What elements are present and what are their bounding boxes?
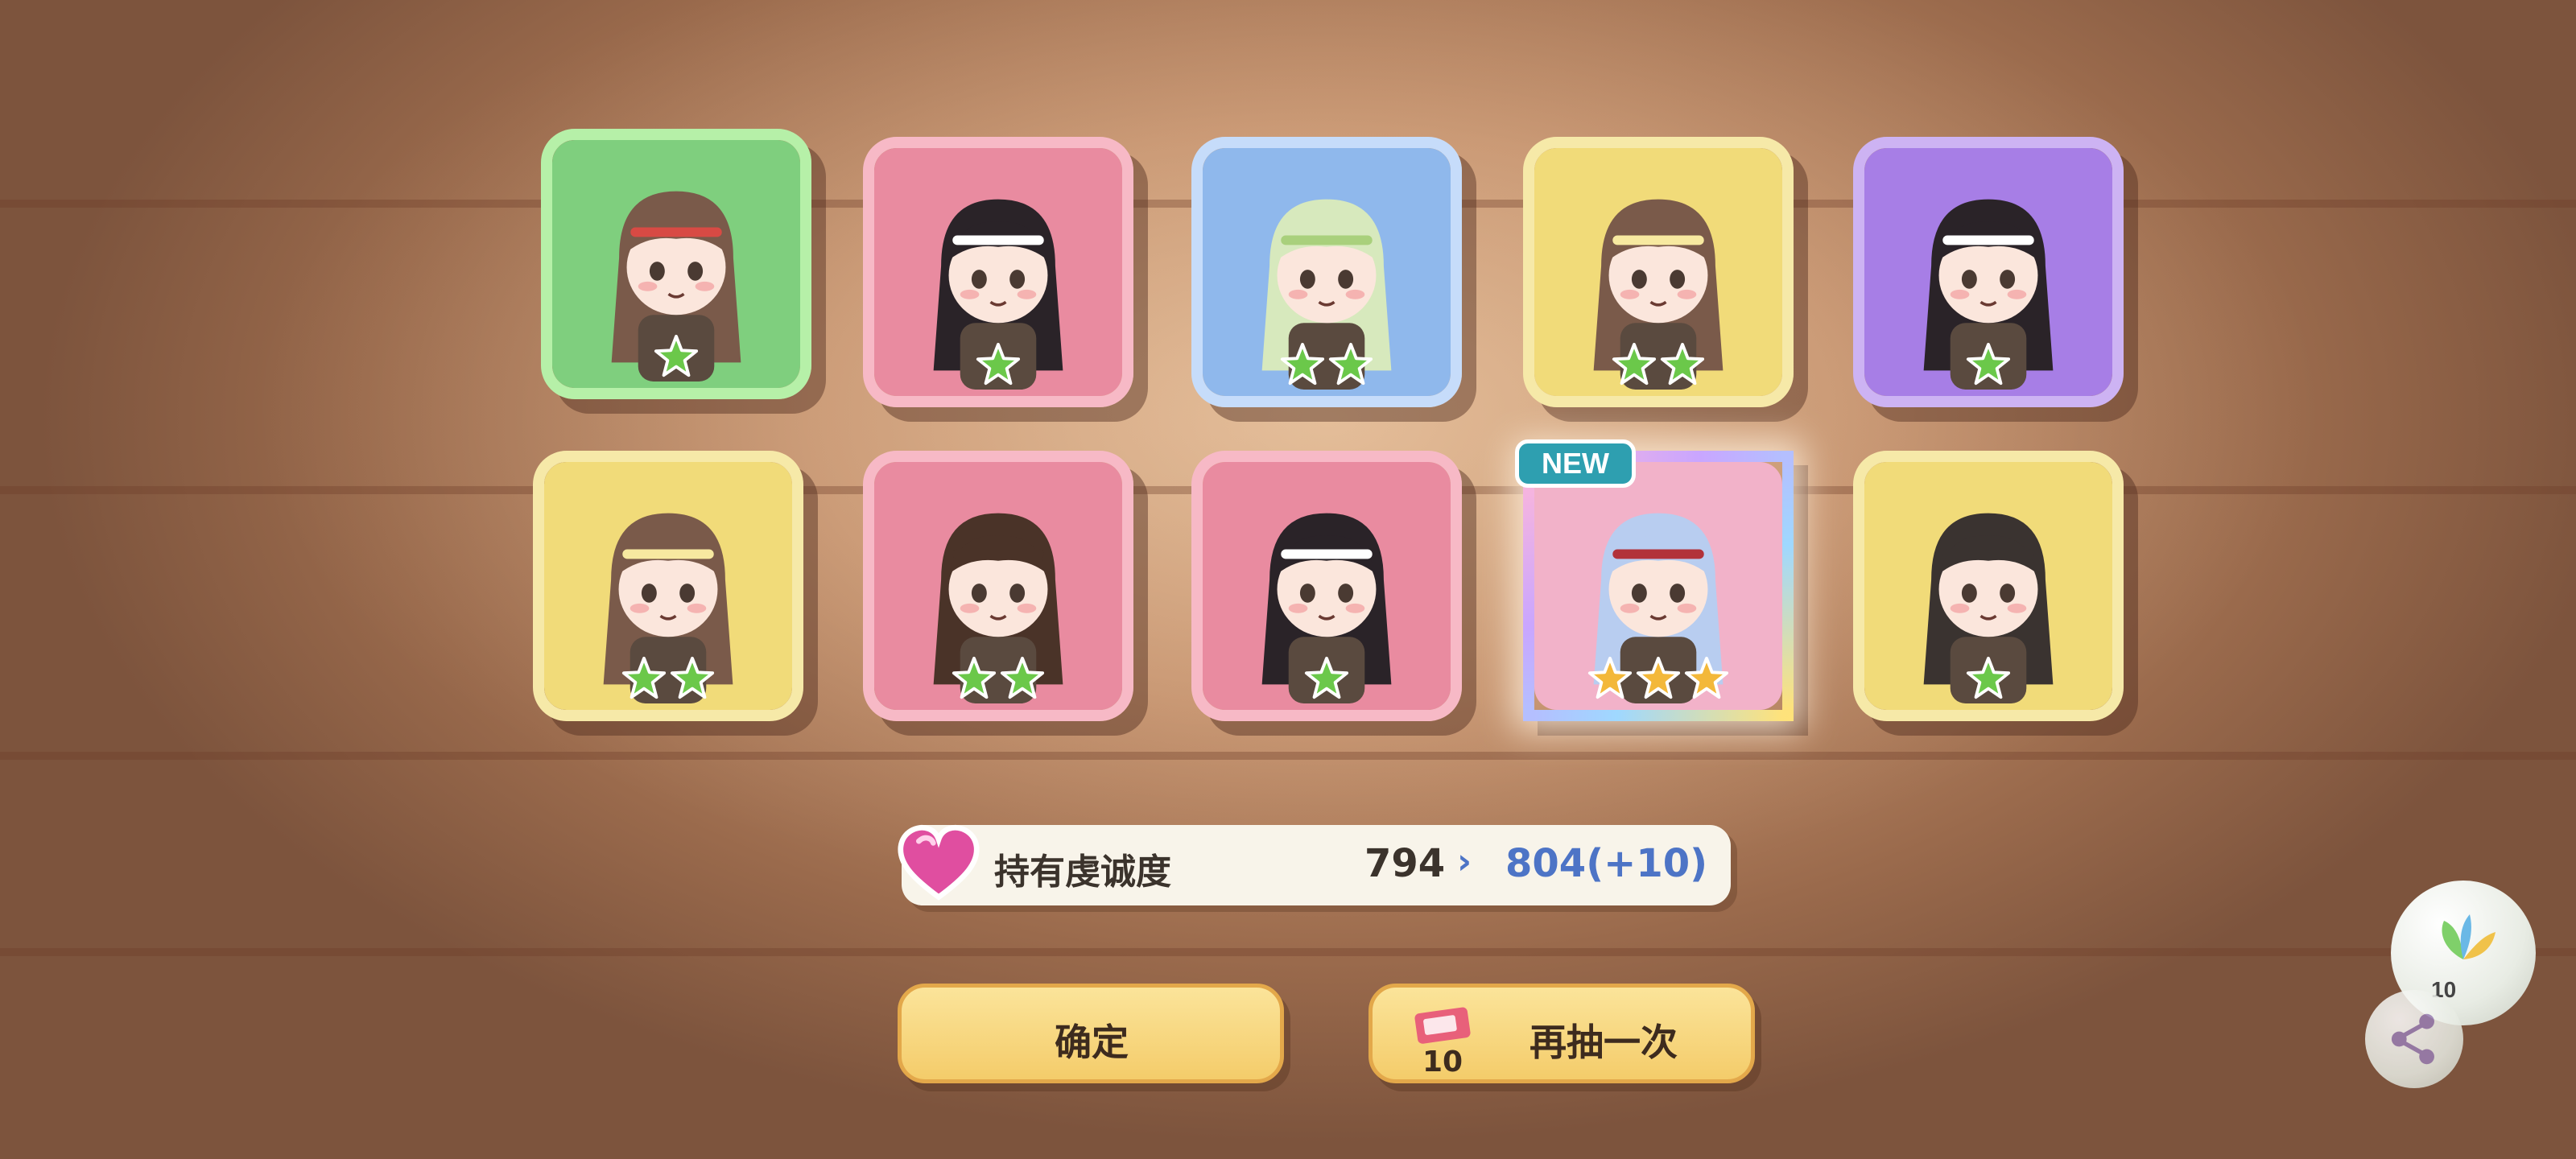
rarity-stars xyxy=(1203,655,1451,702)
star-icon xyxy=(952,656,997,699)
rarity-stars xyxy=(874,655,1122,702)
devotion-current: 794 xyxy=(1364,841,1446,886)
heart-gem-icon xyxy=(898,825,980,901)
character-card[interactable] xyxy=(863,137,1133,407)
star-icon xyxy=(1587,656,1633,699)
rarity-stars xyxy=(874,341,1122,388)
devotion-arrow: › xyxy=(1457,841,1472,882)
rarity-stars xyxy=(1864,655,2112,702)
character-card[interactable] xyxy=(1853,137,2124,407)
star-icon xyxy=(1000,656,1045,699)
star-icon xyxy=(976,342,1021,386)
character-card[interactable] xyxy=(1191,137,1462,407)
devotion-counter: 持有虔诚度 794 › 804(+10) xyxy=(902,825,1731,905)
star-icon xyxy=(1304,656,1349,699)
devotion-label: 持有虔诚度 xyxy=(994,852,1171,893)
star-icon xyxy=(670,656,715,699)
rarity-stars xyxy=(552,333,800,380)
share-bubble[interactable] xyxy=(2365,990,2463,1088)
draw-ticket-icon xyxy=(1414,1007,1471,1044)
rarity-stars xyxy=(1534,341,1782,388)
character-card[interactable] xyxy=(533,451,803,721)
character-card[interactable] xyxy=(863,451,1133,721)
ticket-count: 10 xyxy=(1422,1046,1463,1079)
star-icon xyxy=(1280,342,1325,386)
leaf-butterfly-icon xyxy=(2442,914,2496,959)
star-icon xyxy=(654,334,699,377)
character-card[interactable] xyxy=(1523,451,1794,721)
rarity-stars xyxy=(1864,341,2112,388)
star-icon xyxy=(1660,342,1705,386)
wood-plank-line xyxy=(0,752,2576,760)
rarity-stars xyxy=(1534,655,1782,702)
character-card[interactable] xyxy=(541,129,811,399)
new-badge: NEW xyxy=(1515,439,1636,488)
star-icon xyxy=(1612,342,1657,386)
character-card[interactable] xyxy=(1853,451,2124,721)
draw-again-button[interactable]: 10 再抽一次 xyxy=(1368,984,1755,1083)
star-icon xyxy=(1328,342,1373,386)
devotion-next: 804(+10) xyxy=(1505,841,1708,886)
character-card[interactable] xyxy=(1523,137,1794,407)
rarity-stars xyxy=(1203,341,1451,388)
confirm-button[interactable]: 确定 xyxy=(898,984,1284,1083)
rarity-stars xyxy=(544,655,792,702)
draw-again-label: 再抽一次 xyxy=(1530,1021,1678,1064)
star-icon xyxy=(621,656,667,699)
wood-plank-line xyxy=(0,948,2576,956)
star-icon xyxy=(1636,656,1681,699)
star-icon xyxy=(1966,656,2011,699)
star-icon xyxy=(1684,656,1729,699)
share-icon xyxy=(2391,1013,2434,1065)
confirm-button-label: 确定 xyxy=(1055,1021,1129,1064)
star-icon xyxy=(1966,342,2011,386)
character-card[interactable] xyxy=(1191,451,1462,721)
